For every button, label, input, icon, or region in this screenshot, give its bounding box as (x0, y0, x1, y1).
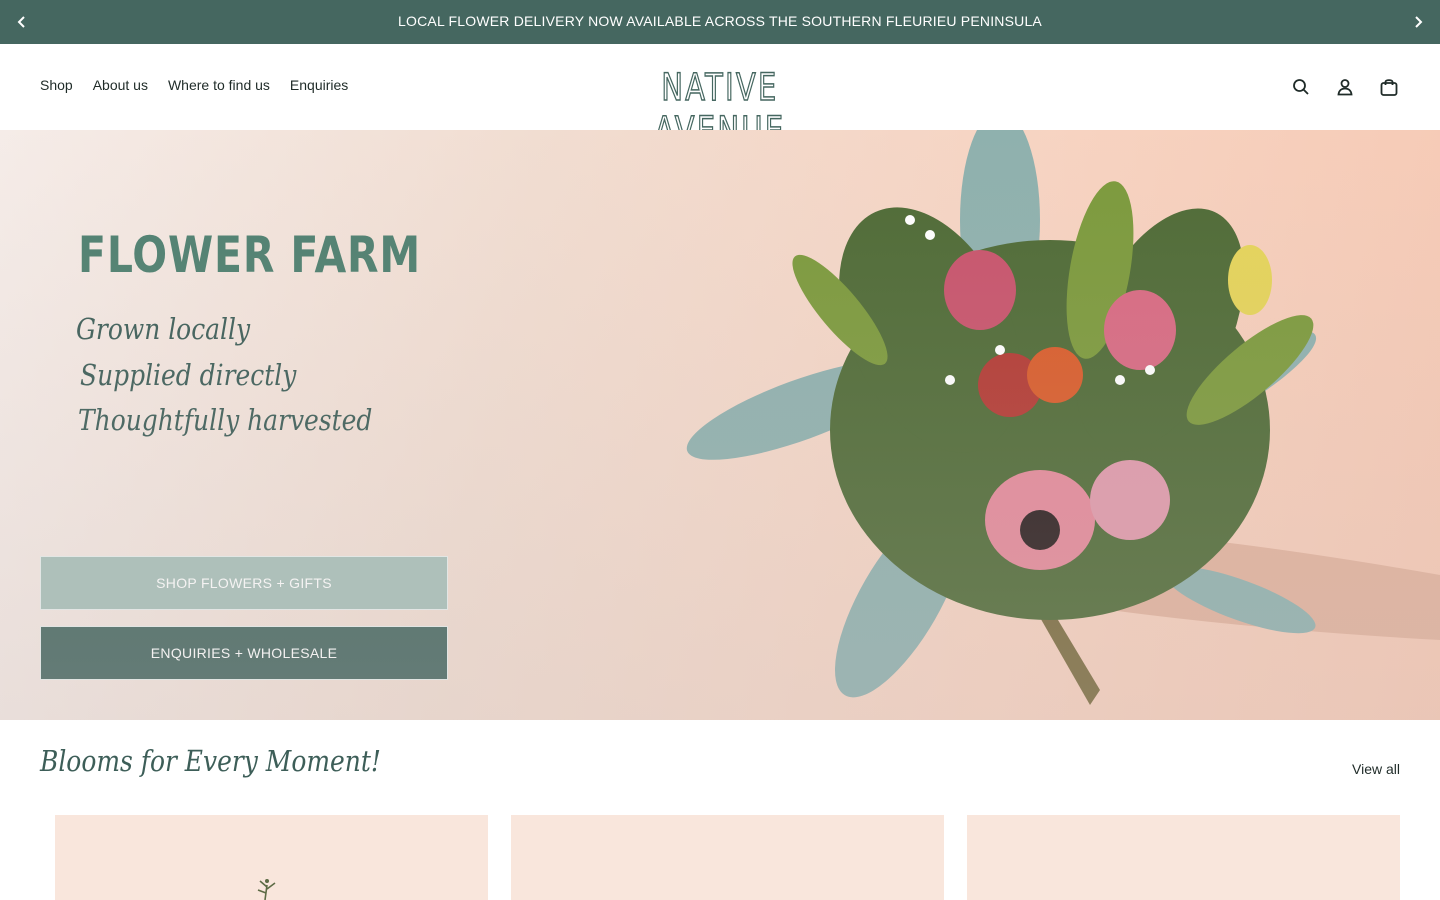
account-icon (1337, 79, 1353, 96)
shop-flowers-gifts-button[interactable]: SHOP FLOWERS + GIFTS (40, 556, 448, 610)
account-button[interactable] (1334, 76, 1356, 98)
announcement-next-button[interactable] (1408, 12, 1428, 32)
section-title: Blooms for Every Moment! (40, 744, 381, 778)
nav-item-about-us[interactable]: About us (93, 77, 148, 93)
nav-item-shop[interactable]: Shop (40, 77, 73, 93)
hero-tagline-2: Supplied directly (80, 358, 297, 392)
main-nav: Shop About us Where to find us Enquiries (40, 77, 348, 93)
nav-item-enquiries[interactable]: Enquiries (290, 77, 348, 93)
view-all-link[interactable]: View all (1352, 761, 1400, 777)
hero-tagline-1: Grown locally (76, 312, 251, 346)
hero-tagline-3: Thoughtfully harvested (78, 403, 373, 437)
hero-title: FLOWER FARM (78, 226, 422, 284)
chevron-right-icon (1415, 16, 1423, 28)
header-icons (1290, 76, 1400, 98)
hero-banner: FLOWER FARM Grown locally Supplied direc… (0, 130, 1440, 720)
enquiries-wholesale-button[interactable]: ENQUIRIES + WHOLESALE (40, 626, 448, 680)
nav-item-where-to-find-us[interactable]: Where to find us (168, 77, 270, 93)
cart-button[interactable] (1378, 76, 1400, 98)
announcement-text: LOCAL FLOWER DELIVERY NOW AVAILABLE ACRO… (398, 13, 1042, 29)
cart-icon (1380, 79, 1398, 96)
product-card[interactable] (55, 815, 488, 900)
search-button[interactable] (1290, 76, 1312, 98)
announcement-bar: LOCAL FLOWER DELIVERY NOW AVAILABLE ACRO… (0, 0, 1440, 44)
product-image (257, 879, 276, 900)
site-header: Shop About us Where to find us Enquiries… (0, 44, 1440, 153)
bouquet-image (686, 130, 1440, 705)
search-icon (1293, 79, 1309, 95)
product-card[interactable] (967, 815, 1400, 900)
product-card[interactable] (511, 815, 944, 900)
